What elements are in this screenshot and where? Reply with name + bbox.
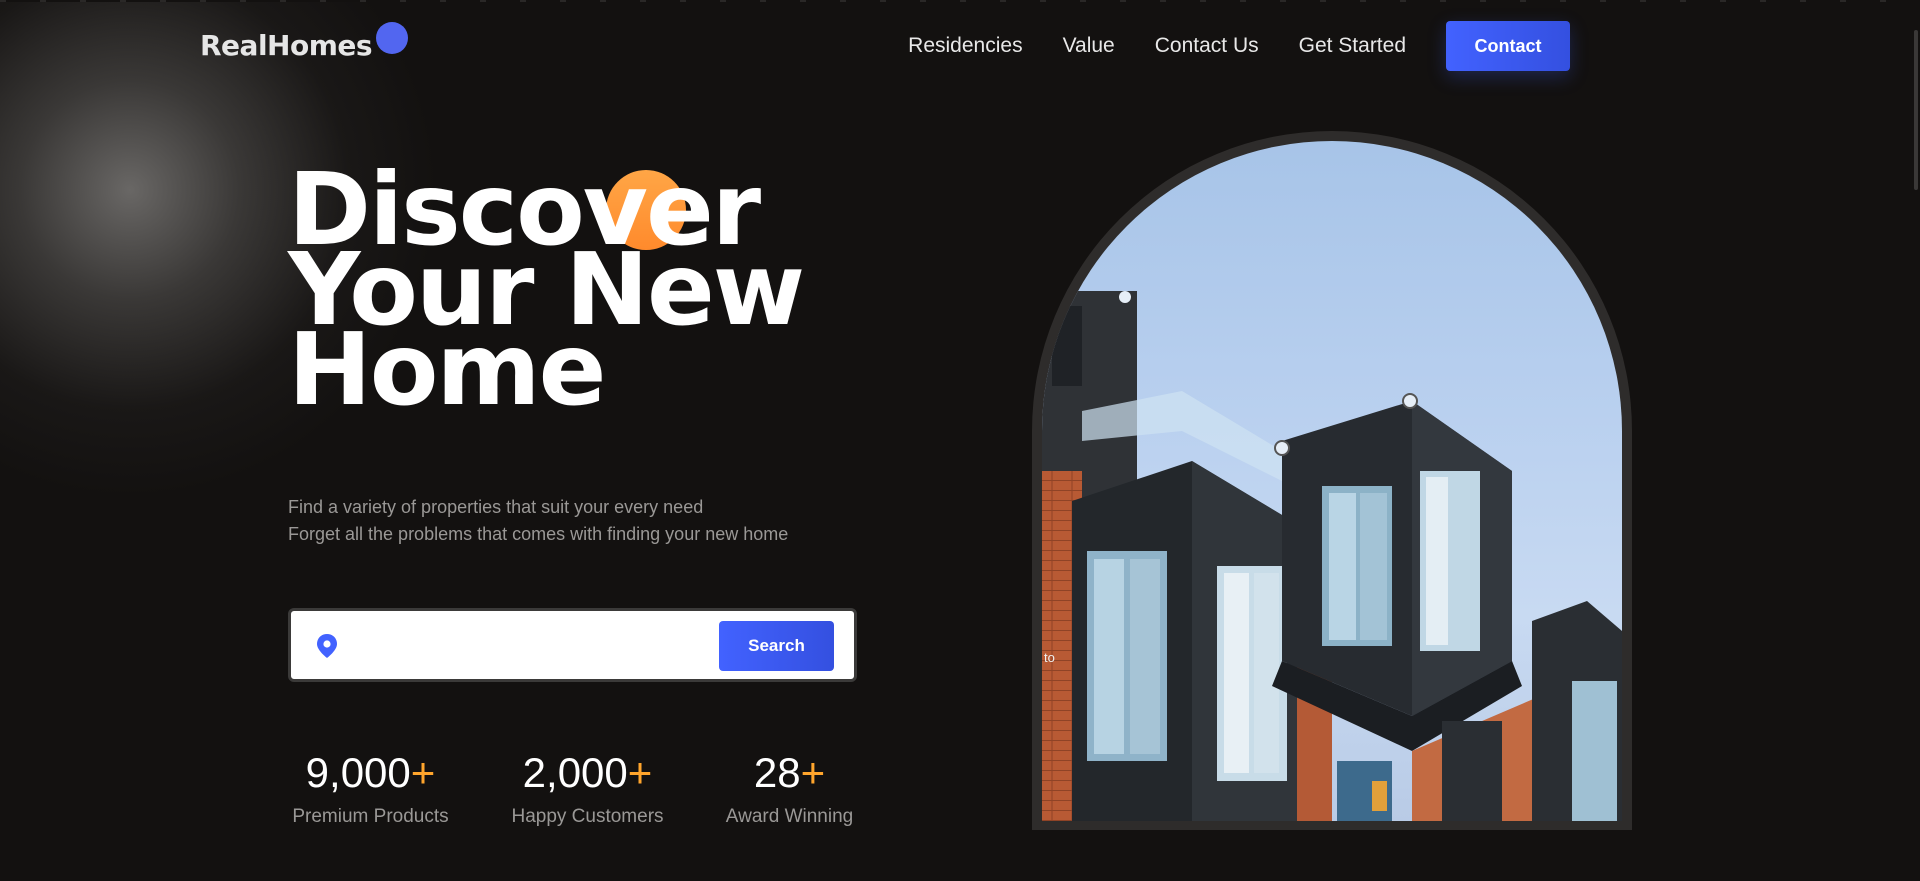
- building-illustration: [1042, 291, 1622, 821]
- page: RealHomes Residencies Value Contact Us G…: [0, 0, 1920, 881]
- nav-link-residencies[interactable]: Residencies: [908, 34, 1022, 58]
- search-input[interactable]: [353, 627, 723, 665]
- scrollbar-thumb[interactable]: [1914, 30, 1918, 190]
- contact-button[interactable]: Contact: [1446, 21, 1570, 71]
- stat-plus: +: [410, 749, 436, 796]
- hero-image: [1042, 141, 1622, 821]
- stat-value: 28+: [753, 749, 826, 796]
- stats: 9,000+ Premium Products 2,000+ Happy Cus…: [288, 748, 888, 828]
- scrollbar[interactable]: [1910, 0, 1920, 881]
- hero-subtitle-line-1: Find a variety of properties that suit y…: [288, 497, 704, 517]
- main-nav: Residencies Value Contact Us Get Started…: [908, 20, 1570, 72]
- logo[interactable]: RealHomes: [200, 22, 408, 66]
- logo-dot: [376, 22, 408, 54]
- hero-subtitle: Find a variety of properties that suit y…: [288, 494, 908, 548]
- hero-subtitle-line-2: Forget all the problems that comes with …: [288, 524, 789, 544]
- search-bar: Search: [288, 608, 857, 682]
- logo-text: RealHomes: [200, 29, 373, 62]
- hero-title: Discover Your New Home: [288, 160, 888, 420]
- stat-premium-products: 9,000+ Premium Products: [288, 748, 453, 828]
- hero-image-frame: [1032, 131, 1632, 830]
- nav-link-contact-us[interactable]: Contact Us: [1155, 34, 1259, 58]
- stat-plus: +: [627, 749, 653, 796]
- nav-link-get-started[interactable]: Get Started: [1299, 34, 1406, 58]
- search-button[interactable]: Search: [719, 621, 834, 671]
- stat-happy-customers: 2,000+ Happy Customers: [505, 748, 670, 828]
- hero-title-wrap: Discover Your New Home: [288, 160, 888, 450]
- nav-link-value[interactable]: Value: [1063, 34, 1115, 58]
- stat-award-winning: 28+ Award Winning: [722, 748, 857, 828]
- stat-label: Happy Customers: [511, 806, 664, 827]
- stat-label: Award Winning: [725, 806, 854, 827]
- location-pin-icon: [315, 633, 339, 659]
- stat-value: 9,000+: [305, 749, 436, 796]
- hero-image-alt-text: to: [1044, 650, 1055, 665]
- stat-value: 2,000+: [522, 749, 653, 796]
- stat-plus: +: [800, 749, 826, 796]
- top-border: [0, 0, 1920, 2]
- stat-label: Premium Products: [292, 806, 449, 827]
